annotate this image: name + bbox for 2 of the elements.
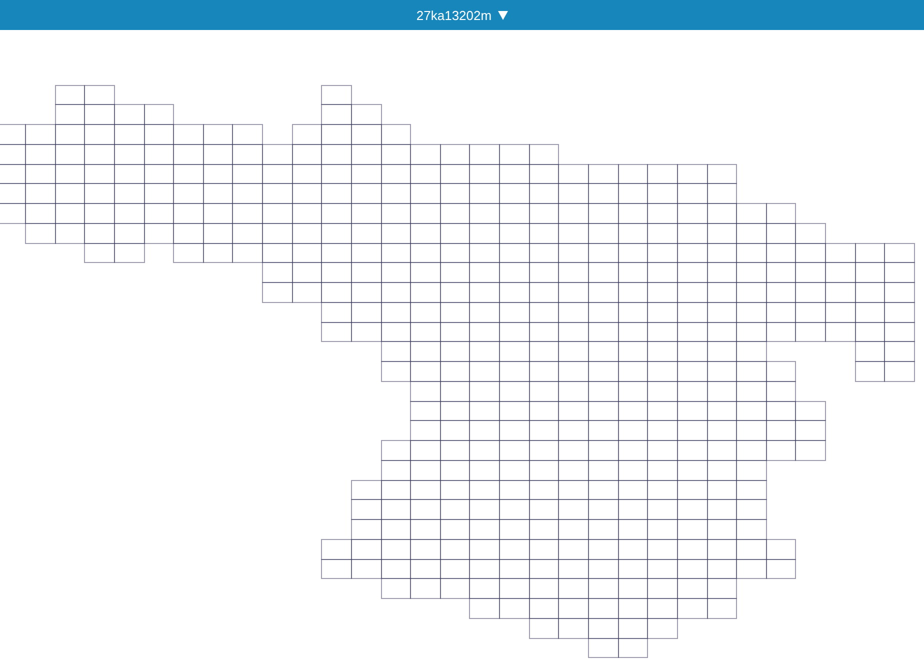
mesh-selector-dropdown[interactable]: 27ka13202m — [412, 6, 512, 24]
caret-icon — [498, 10, 508, 20]
